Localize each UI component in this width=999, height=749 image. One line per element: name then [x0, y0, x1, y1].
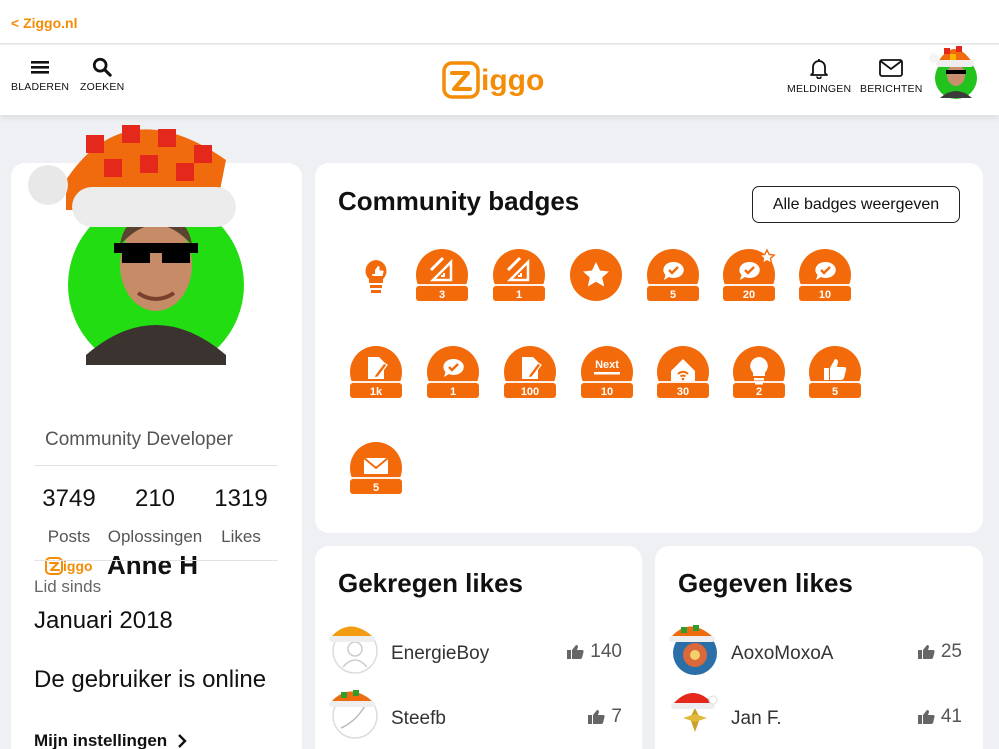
stat-label: Posts: [47, 527, 91, 546]
browse-button[interactable]: BLADEREN: [11, 57, 69, 93]
divider: [34, 465, 278, 466]
badge-speech-check-5[interactable]: 5: [645, 248, 701, 304]
my-settings-link[interactable]: Mijn instellingen: [34, 731, 187, 749]
stat-value: 1319: [214, 485, 268, 512]
badge-document-edit-1k[interactable]: 1k: [348, 345, 404, 401]
member-since-label: Lid sinds: [34, 577, 102, 596]
badge-ruler-triangle-3[interactable]: 3: [414, 248, 470, 304]
badge-speech-check-10[interactable]: 10: [797, 248, 853, 304]
like-username: AoxoMoxoA: [731, 643, 834, 664]
like-count-value: 25: [940, 641, 962, 662]
received-likes-card: Gekregen likes EnergieBoy 140 Steefb 7: [315, 546, 642, 749]
search-label: ZOEKEN: [80, 81, 125, 93]
like-count-value: 41: [940, 706, 962, 727]
badge-count: 5: [832, 386, 838, 398]
browse-label: BLADEREN: [11, 81, 70, 93]
search-icon: [93, 57, 112, 77]
notifications-label: MELDINGEN: [787, 83, 852, 95]
messages-button[interactable]: BERICHTEN: [860, 57, 922, 95]
stat-solutions: 210 Oplossingen: [105, 485, 205, 547]
messages-label: BERICHTEN: [860, 83, 923, 95]
bell-icon: [810, 59, 829, 79]
stat-likes: 1319 Likes: [191, 485, 291, 547]
badge-count: 10: [819, 289, 831, 301]
badge-envelope-5[interactable]: 5: [348, 441, 404, 497]
like-row[interactable]: Jan F. 41: [667, 688, 962, 740]
like-count: 140: [566, 641, 622, 663]
badge-thumbs-up-5[interactable]: 5: [807, 345, 863, 401]
settings-label: Mijn instellingen: [34, 731, 168, 749]
stat-label: Likes: [221, 527, 261, 546]
badge-count: 1: [450, 386, 456, 398]
like-count-value: 140: [590, 641, 622, 662]
badge-count: 5: [373, 482, 379, 494]
badge-ruler-triangle-1[interactable]: 1: [491, 248, 547, 304]
badge-count: 20: [743, 289, 755, 301]
badge-lightbulb-2[interactable]: 2: [731, 345, 787, 401]
badges-title: Community badges: [338, 186, 580, 216]
badge-next-10[interactable]: Next 10: [579, 345, 635, 401]
site-header: BLADEREN ZOEKEN iggo MELDINGEN BERICHTEN: [0, 45, 999, 115]
all-badges-button[interactable]: Alle badges weergeven: [752, 186, 960, 223]
stat-label: Oplossingen: [107, 527, 203, 546]
divider: [34, 560, 278, 561]
like-row[interactable]: EnergieBoy 140: [327, 623, 622, 675]
thumbs-up-icon: [917, 710, 935, 724]
like-count: 7: [587, 706, 622, 728]
like-username: Jan F.: [731, 708, 782, 729]
badge-count: 30: [677, 386, 689, 398]
badge-count: 100: [521, 386, 539, 398]
badge-count: 2: [756, 386, 762, 398]
badge-home-wifi-30[interactable]: 30: [655, 345, 711, 401]
user-avatar[interactable]: [928, 40, 980, 102]
profile-role: Community Developer: [45, 429, 233, 450]
like-count: 41: [917, 706, 962, 728]
badge-count: 1k: [370, 386, 383, 398]
profile-name: Anne H: [107, 550, 198, 580]
stat-posts: 3749 Posts: [19, 485, 119, 547]
user-avatar: [669, 625, 717, 675]
thumbs-up-icon: [588, 710, 606, 724]
online-status: De gebruiker is online: [34, 666, 267, 693]
search-button[interactable]: ZOEKEN: [80, 57, 124, 93]
like-username: EnergieBoy: [391, 643, 490, 664]
like-row[interactable]: AoxoMoxoA 25: [667, 623, 962, 675]
badge-count: 1: [516, 289, 522, 301]
svg-text:iggo: iggo: [481, 64, 544, 97]
member-since-value: Januari 2018: [34, 607, 173, 634]
badge-count: 3: [439, 289, 445, 301]
user-avatar: [329, 690, 378, 739]
ziggo-logo[interactable]: iggo: [442, 59, 552, 101]
thumbs-up-icon: [567, 645, 584, 659]
user-avatar: [671, 693, 718, 740]
envelope-icon: [879, 59, 904, 77]
badge-star[interactable]: [568, 248, 624, 304]
received-likes-title: Gekregen likes: [338, 568, 523, 598]
like-count-value: 7: [611, 706, 622, 727]
profile-avatar: [28, 125, 244, 365]
badge-speech-check-1[interactable]: 1: [425, 345, 481, 401]
like-username: Steefb: [391, 708, 446, 729]
badges-card: Community badges Alle badges weergeven 3…: [315, 163, 983, 533]
stat-value: 3749: [42, 485, 96, 512]
ziggo-badge-logo: iggo: [45, 556, 93, 575]
top-bar: < Ziggo.nl: [0, 0, 999, 44]
stat-value: 210: [134, 485, 176, 512]
badge-lightbulb-like[interactable]: [348, 248, 404, 304]
badge-count: 5: [670, 289, 676, 301]
badge-speech-check-star-20[interactable]: 20: [721, 248, 777, 304]
like-count: 25: [917, 641, 962, 663]
chevron-right-icon: [178, 734, 187, 748]
hamburger-menu-icon: [31, 61, 50, 74]
next-text: Next: [595, 359, 619, 371]
notifications-button[interactable]: MELDINGEN: [787, 57, 851, 95]
thumbs-up-icon: [917, 645, 935, 659]
given-likes-title: Gegeven likes: [678, 568, 853, 598]
like-row[interactable]: Steefb 7: [327, 688, 622, 740]
badge-count: 10: [601, 386, 613, 398]
given-likes-card: Gegeven likes AoxoMoxoA 25 Jan F. 41: [655, 546, 983, 749]
user-avatar: [329, 626, 378, 674]
back-to-ziggo-link[interactable]: < Ziggo.nl: [11, 15, 78, 31]
badge-document-edit-100[interactable]: 100: [502, 345, 558, 401]
